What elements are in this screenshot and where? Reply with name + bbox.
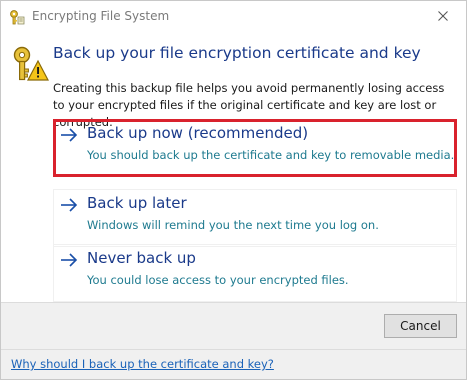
close-button[interactable] bbox=[431, 5, 455, 27]
option-title: Back up now (recommended) bbox=[87, 124, 309, 142]
help-link[interactable]: Why should I back up the certificate and… bbox=[11, 357, 274, 371]
window-title: Encrypting File System bbox=[32, 9, 170, 23]
arrow-right-icon bbox=[60, 252, 78, 268]
arrow-right-icon bbox=[60, 127, 78, 143]
option-subtitle: Windows will remind you the next time yo… bbox=[87, 218, 379, 232]
key-certificate-icon bbox=[9, 9, 25, 25]
option-subtitle: You could lose access to your encrypted … bbox=[87, 273, 349, 287]
option-subtitle: You should back up the certificate and k… bbox=[87, 148, 455, 162]
efs-dialog-window: Encrypting File System Back up your file… bbox=[0, 0, 467, 380]
dialog-heading: Back up your file encryption certificate… bbox=[53, 44, 421, 62]
close-icon bbox=[438, 11, 448, 21]
option-title: Back up later bbox=[87, 194, 187, 212]
footer-area: Why should I back up the certificate and… bbox=[1, 349, 466, 379]
option-never-back-up[interactable]: Never back up You could lose access to y… bbox=[53, 244, 457, 302]
cancel-button[interactable]: Cancel bbox=[384, 314, 457, 338]
option-back-up-later[interactable]: Back up later Windows will remind you th… bbox=[53, 189, 457, 247]
option-title: Never back up bbox=[87, 249, 196, 267]
key-warning-icon bbox=[11, 45, 49, 83]
arrow-right-icon bbox=[60, 197, 78, 213]
title-bar: Encrypting File System bbox=[1, 1, 466, 32]
option-back-up-now[interactable]: Back up now (recommended) You should bac… bbox=[53, 119, 457, 177]
command-area: Cancel bbox=[1, 302, 466, 349]
dialog-content: Back up your file encryption certificate… bbox=[1, 32, 466, 302]
